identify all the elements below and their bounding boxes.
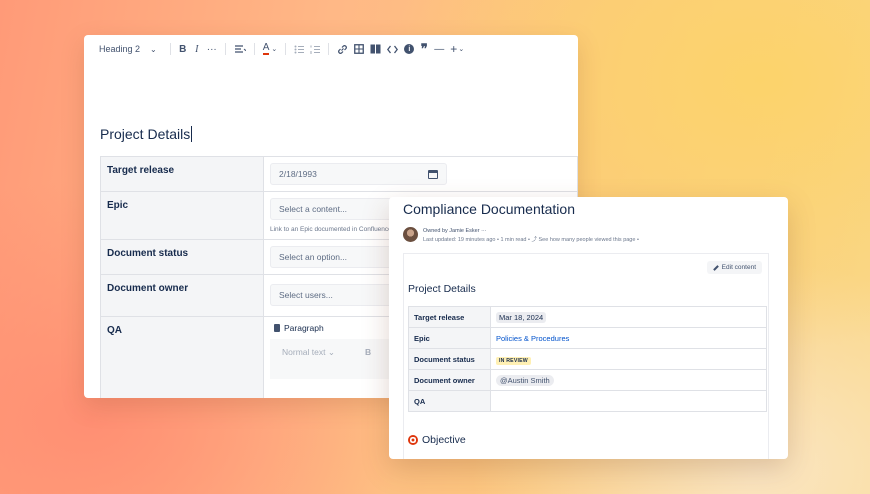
byline-text: Owned by Jamie Esker ··· Last updated: 1…: [423, 228, 639, 243]
layout-button[interactable]: [367, 41, 384, 57]
epic-link[interactable]: Policies & Procedures: [496, 334, 569, 343]
align-left-icon: [234, 45, 246, 53]
row-value-cell: @Austin Smith: [490, 369, 767, 391]
owner-placeholder: Select users...: [279, 290, 333, 300]
date-value: 2/18/1993: [279, 169, 317, 179]
row-label: QA: [100, 316, 264, 398]
toolbar-divider: [328, 43, 330, 55]
objective-heading: Objective: [408, 434, 466, 446]
heading-style-dropdown[interactable]: Heading 2 ⌄: [96, 41, 165, 57]
row-label: Epic: [100, 191, 264, 240]
table-row: Document status IN REVIEW: [408, 348, 767, 370]
row-value-cell: Mar 18, 2024: [490, 306, 767, 328]
row-label: Document owner: [408, 369, 491, 391]
table-row: Epic Policies & Procedures: [408, 327, 767, 349]
bold-button[interactable]: B: [176, 41, 190, 57]
text-style-dropdown[interactable]: Normal text ⌄: [282, 347, 335, 371]
info-panel-button[interactable]: i: [401, 41, 417, 57]
link-icon: [338, 44, 348, 54]
italic-button[interactable]: I: [190, 41, 204, 57]
table-row: Target release 2/18/1993: [100, 156, 578, 192]
toolbar-divider: [224, 43, 226, 55]
last-updated-text: Last updated: 19 minutes ago: [423, 237, 496, 243]
align-button[interactable]: [231, 41, 249, 57]
divider-button[interactable]: —: [431, 41, 447, 57]
owner-text: Owned by Jamie Esker: [423, 228, 480, 234]
calendar-icon: [428, 169, 438, 179]
page-views-link[interactable]: See how many people viewed this page: [539, 237, 636, 243]
paragraph-label: Paragraph: [284, 323, 324, 333]
target-icon: [408, 435, 418, 445]
paragraph-icon: [274, 324, 280, 332]
status-badge: IN REVIEW: [496, 356, 531, 365]
row-label: QA: [408, 390, 491, 412]
chevron-down-icon: ⌄: [150, 44, 157, 54]
bullet-list-button[interactable]: [291, 41, 307, 57]
page-title[interactable]: Project Details: [100, 126, 193, 142]
status-placeholder: Select an option...: [279, 252, 348, 262]
epic-placeholder: Select a content...: [279, 204, 348, 214]
more-formatting-button[interactable]: ···: [204, 41, 220, 57]
heading-style-label: Heading 2: [99, 44, 141, 54]
user-mention[interactable]: @Austin Smith: [496, 374, 554, 386]
text-cursor: [191, 126, 193, 142]
edit-content-label: Edit content: [721, 264, 756, 271]
row-label: Document status: [408, 348, 491, 370]
quote-icon: ❞: [420, 41, 428, 56]
chevron-down-icon: ⌄: [271, 46, 278, 53]
row-value-cell: Policies & Procedures: [490, 327, 767, 349]
plus-icon: +: [450, 42, 458, 56]
code-button[interactable]: [384, 41, 401, 57]
page-byline: Owned by Jamie Esker ··· Last updated: 1…: [403, 227, 639, 245]
table-row: QA: [408, 390, 767, 412]
text-color-icon: A: [262, 42, 270, 55]
chevron-down-icon: ⌄: [458, 46, 465, 53]
editor-toolbar: Heading 2 ⌄ B I ··· A ⌄ i ❞ — + ⌄: [84, 35, 578, 63]
target-release-date-picker[interactable]: 2/18/1993: [270, 163, 447, 185]
page-content-frame: Edit content Project Details Target rele…: [403, 253, 769, 459]
row-value-cell: 2/18/1993: [263, 156, 578, 192]
table-row: Target release Mar 18, 2024: [408, 306, 767, 328]
info-icon: i: [404, 44, 415, 54]
published-page-title: Compliance Documentation: [403, 201, 575, 217]
pencil-icon: [712, 264, 719, 271]
layout-icon: [370, 44, 381, 54]
divider-icon: —: [434, 43, 445, 55]
published-details-table: Target release Mar 18, 2024 Epic Policie…: [408, 306, 767, 412]
numbered-list-button[interactable]: [307, 41, 323, 57]
toolbar-divider: [253, 43, 255, 55]
link-button[interactable]: [334, 41, 351, 57]
row-value-cell: [490, 390, 767, 412]
avatar[interactable]: [403, 227, 418, 242]
row-label: Target release: [408, 306, 491, 328]
row-label: Epic: [408, 327, 491, 349]
bullet-list-icon: [294, 45, 305, 53]
objective-text: Objective: [422, 434, 466, 446]
table-row: Document owner @Austin Smith: [408, 369, 767, 391]
toolbar-divider: [285, 43, 287, 55]
toolbar-divider: [169, 43, 171, 55]
text-color-button[interactable]: A ⌄: [260, 41, 281, 57]
row-label: Document owner: [100, 274, 264, 317]
nested-bold-button[interactable]: B: [365, 347, 371, 371]
date-chip: Mar 18, 2024: [496, 311, 547, 323]
read-time-text: 1 min read: [500, 237, 527, 243]
row-label: Target release: [100, 156, 264, 192]
table-icon: [354, 44, 365, 54]
page-title-text: Project Details: [100, 126, 191, 142]
published-page-card: Compliance Documentation Owned by Jamie …: [389, 197, 788, 459]
chart-icon: ⤴: [531, 237, 537, 243]
table-button[interactable]: [351, 41, 367, 57]
text-style-label: Normal text: [282, 347, 326, 357]
numbered-list-icon: [310, 45, 321, 54]
quote-button[interactable]: ❞: [417, 41, 431, 57]
code-icon: [387, 45, 399, 53]
row-value-cell: IN REVIEW: [490, 348, 767, 370]
owner-menu-button[interactable]: ···: [481, 228, 487, 234]
row-label: Document status: [100, 239, 264, 275]
insert-button[interactable]: + ⌄: [447, 41, 467, 57]
section-title: Project Details: [408, 283, 476, 295]
edit-content-button[interactable]: Edit content: [706, 261, 762, 274]
chevron-down-icon: ⌄: [327, 347, 335, 357]
